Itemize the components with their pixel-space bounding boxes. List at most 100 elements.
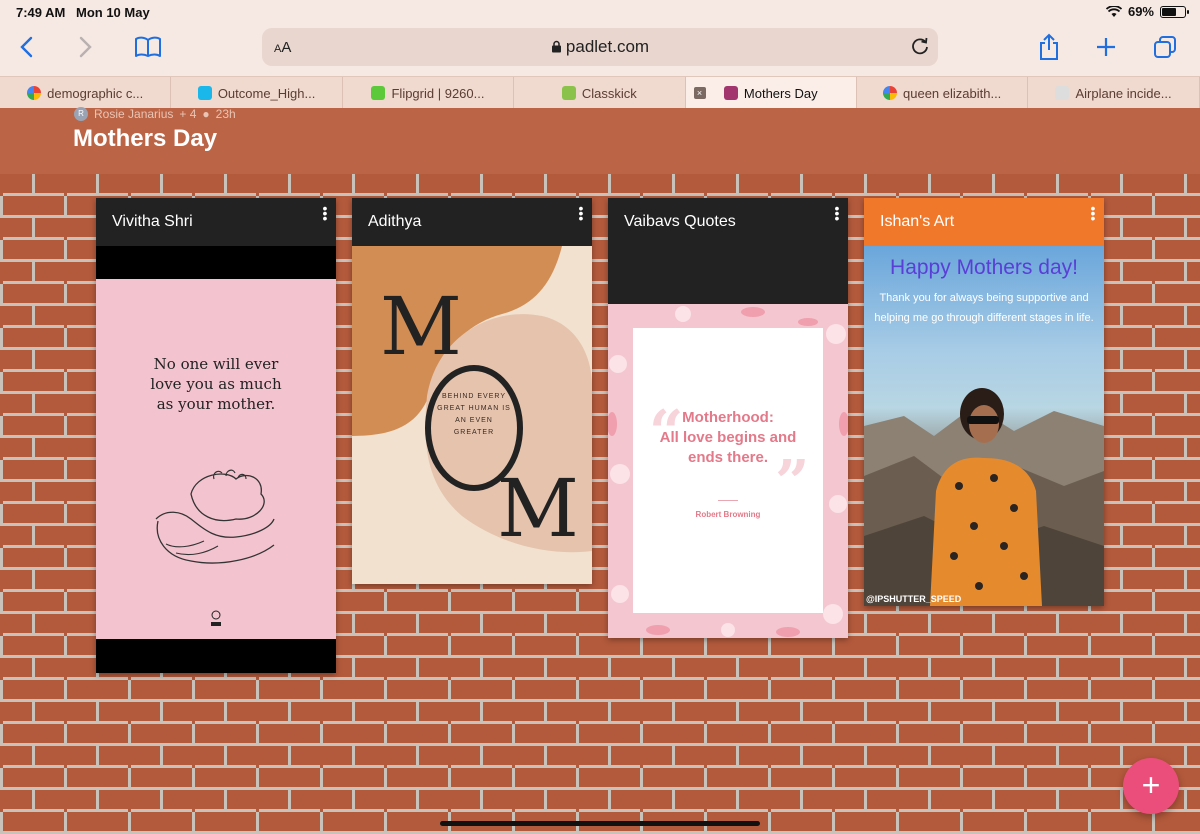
post-card-adithya[interactable]: Adithya • • • M M BEHIND EVERY GREAT HUMAN… xyxy=(352,198,592,584)
tabs-icon xyxy=(1154,36,1176,58)
more-options-icon[interactable]: • • • xyxy=(1090,201,1096,225)
wifi-icon xyxy=(1105,5,1122,17)
address-bar[interactable]: AAAA padlet.com xyxy=(262,28,938,66)
quote-card: “ ” Motherhood: All love begins and ends… xyxy=(633,328,823,613)
more-options-icon[interactable]: • • • xyxy=(322,201,328,225)
card-heading: Happy Mothers day! xyxy=(890,256,1078,279)
quote-line: All love begins and xyxy=(659,429,797,446)
board-age: 23h xyxy=(215,107,236,121)
dot-separator: ● xyxy=(202,107,210,121)
tabs-overview-button[interactable] xyxy=(1148,30,1182,64)
bookmarks-button[interactable] xyxy=(131,30,165,64)
status-bar: 7:49 AM Mon 10 May 69% xyxy=(0,0,1200,24)
poster-quote: BEHIND EVERY GREAT HUMAN IS AN EVEN GREA… xyxy=(437,393,511,436)
card-title: Adithya xyxy=(368,213,422,230)
add-post-button[interactable]: + xyxy=(1123,758,1179,814)
battery-icon xyxy=(1160,5,1189,18)
url-domain: padlet.com xyxy=(262,37,938,57)
browser-toolbar: AAAA padlet.com xyxy=(0,24,1200,76)
battery-percent: 69% xyxy=(1127,4,1154,19)
card-header: Adithya • • • xyxy=(352,198,592,246)
quote-image: “ ” Motherhood: All love begins and ends… xyxy=(608,304,848,638)
card-image[interactable]: M M BEHIND EVERY GREAT HUMAN IS AN EVEN … xyxy=(352,246,592,584)
close-tab-icon[interactable]: × xyxy=(693,87,706,99)
card-header: Vivitha Shri • • • xyxy=(96,198,336,246)
back-button[interactable] xyxy=(10,30,44,64)
board-title: Mothers Day xyxy=(73,125,218,152)
flipgrid-icon xyxy=(371,86,386,100)
quote-text: No one will ever love you as much as you… xyxy=(96,354,336,414)
google-icon xyxy=(27,86,42,100)
book-icon xyxy=(135,36,161,57)
share-icon xyxy=(1040,33,1058,60)
padlet-header: R Rosie Janarius + 4 ● 23h Mothers Day xyxy=(0,107,1200,174)
lock-icon xyxy=(551,40,561,53)
tab-3[interactable]: Classkick xyxy=(514,77,686,109)
divider xyxy=(718,500,738,501)
post-card-vaibavs[interactable]: Vaibavs Quotes • • • “ ” Motherhood: All l… xyxy=(608,198,848,638)
tab-bar: demographic c... Outcome_High... Flipgrid … xyxy=(0,76,1200,109)
reload-button[interactable] xyxy=(910,36,930,61)
battery-fill xyxy=(1162,7,1177,16)
quote-text: Motherhood: All love begins and ends the… xyxy=(608,408,848,468)
card-title: Vaibavs Quotes xyxy=(624,213,736,230)
tab-label: Classkick xyxy=(581,85,637,101)
letter-m-top: M xyxy=(380,280,462,373)
google-icon xyxy=(883,86,897,100)
card-header: Ishan's Art • • • xyxy=(864,198,1104,246)
status-date: Mon 10 May xyxy=(76,5,150,20)
card-message: Thank you for always being supportive an… xyxy=(874,292,1094,324)
tab-0[interactable]: demographic c... xyxy=(0,77,172,109)
share-button[interactable] xyxy=(1032,30,1066,64)
tab-4[interactable]: × Mothers Day xyxy=(685,77,857,109)
tab-1[interactable]: Outcome_High... xyxy=(171,77,343,109)
status-time: 7:49 AM xyxy=(16,5,66,20)
author-name: Rosie Janarius xyxy=(94,107,174,121)
plus-icon xyxy=(1097,38,1115,56)
domain-text: padlet.com xyxy=(565,37,650,56)
page-icon xyxy=(1055,86,1070,100)
chevron-left-icon xyxy=(20,36,33,58)
hands-illustration xyxy=(155,469,275,564)
quote-image: No one will ever love you as much as you… xyxy=(96,279,336,639)
tab-label: Flipgrid | 9260... xyxy=(391,85,485,101)
card-image[interactable]: Happy Mothers day! Thank you for always … xyxy=(864,246,1104,606)
home-indicator[interactable] xyxy=(440,821,760,826)
post-card-vivitha[interactable]: Vivitha Shri • • • No one will ever love y… xyxy=(96,198,336,673)
tab-label: Outcome_High... xyxy=(217,85,316,101)
card-title: Ishan's Art xyxy=(880,213,955,230)
tab-label: Mothers Day xyxy=(743,85,818,101)
card-title: Vivitha Shri xyxy=(112,213,193,230)
padlet-icon xyxy=(723,86,738,100)
quote-author: Robert Browning xyxy=(695,510,761,519)
more-options-icon[interactable]: • • • xyxy=(834,201,840,225)
reload-icon xyxy=(912,37,928,55)
new-tab-button[interactable] xyxy=(1089,30,1123,64)
post-card-ishan[interactable]: Ishan's Art • • • Happy Mothers day! Thank… xyxy=(864,198,1104,606)
tab-6[interactable]: Airplane incide... xyxy=(1028,77,1200,109)
quote-line: love you as much xyxy=(150,375,282,393)
vimeo-icon xyxy=(197,86,212,100)
quote-line: ends there. xyxy=(687,449,769,466)
quote-line: No one will ever xyxy=(153,355,279,373)
status-right: 69% xyxy=(1105,4,1189,19)
board-meta: R Rosie Janarius + 4 ● 23h xyxy=(74,107,236,121)
chevron-right-icon xyxy=(79,36,92,58)
forward-button[interactable] xyxy=(68,30,102,64)
tab-label: demographic c... xyxy=(47,85,144,101)
tab-label: Airplane incide... xyxy=(1075,85,1172,101)
photo-credit: @IPSHUTTER_SPEED xyxy=(866,594,962,604)
more-options-icon[interactable]: • • • xyxy=(578,201,584,225)
tab-2[interactable]: Flipgrid | 9260... xyxy=(343,77,515,109)
card-image[interactable]: No one will ever love you as much as you… xyxy=(96,246,336,673)
collaborators-count: + 4 xyxy=(179,107,197,121)
tab-5[interactable]: queen elizabith... xyxy=(857,77,1029,109)
quote-line: Motherhood: xyxy=(682,409,774,426)
avatar[interactable]: R xyxy=(74,107,88,121)
tab-label: queen elizabith... xyxy=(903,85,1002,101)
letter-m-bottom: M xyxy=(497,462,579,555)
classkick-icon xyxy=(561,86,576,100)
logo-icon xyxy=(211,610,221,626)
card-image[interactable]: “ ” Motherhood: All love begins and ends… xyxy=(608,246,848,638)
card-header: Vaibavs Quotes • • • xyxy=(608,198,848,246)
